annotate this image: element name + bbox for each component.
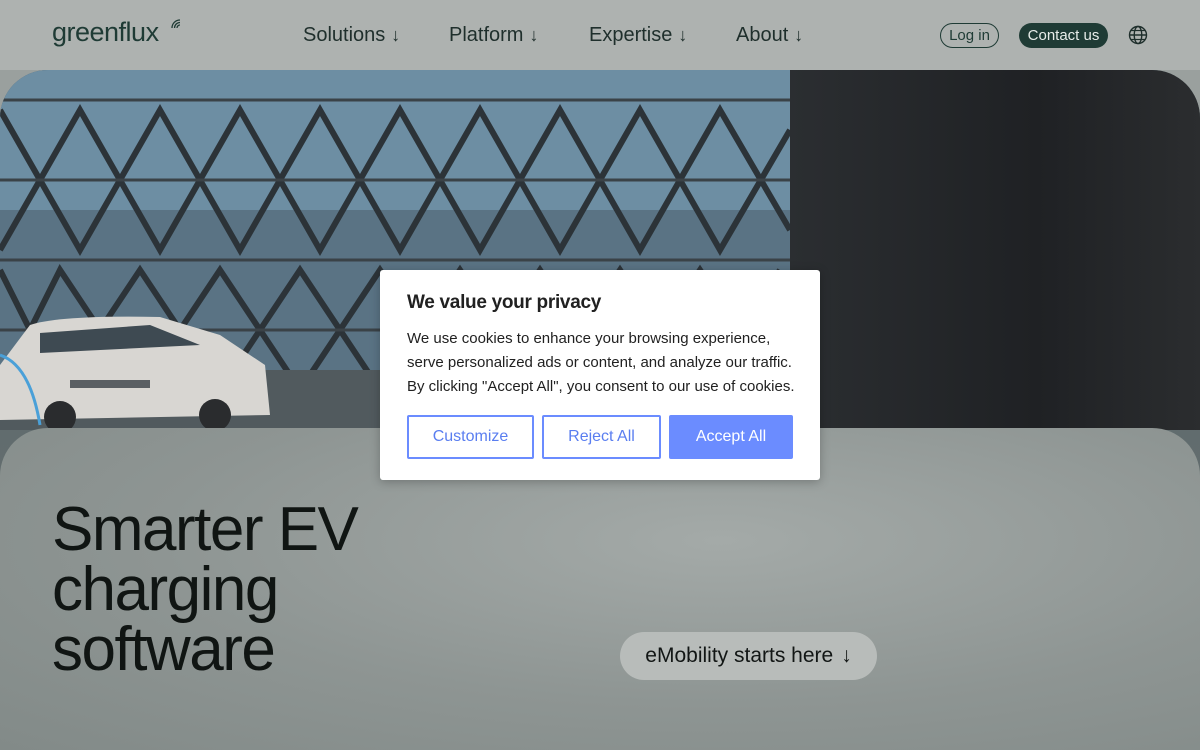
cookie-title: We value your privacy <box>407 292 601 313</box>
emobility-cta-button[interactable]: eMobility starts here ↓ <box>620 632 877 680</box>
cookie-description: We use cookies to enhance your browsing … <box>407 330 795 395</box>
nav-platform[interactable]: Platform ↓ <box>449 24 538 47</box>
site-header: greenflux Solutions ↓ Platform ↓ Experti… <box>0 0 1200 70</box>
arrow-down-icon: ↓ <box>391 25 401 45</box>
nav-about[interactable]: About ↓ <box>736 24 803 47</box>
arrow-down-icon: ↓ <box>678 25 688 45</box>
greenflux-logo[interactable]: greenflux <box>52 17 159 48</box>
arrow-down-icon: ↓ <box>794 25 804 45</box>
customize-button[interactable]: Customize <box>407 415 534 459</box>
nav-expertise-label: Expertise <box>589 24 673 46</box>
dark-structure-image <box>790 70 1200 430</box>
accept-all-button[interactable]: Accept All <box>669 415 793 459</box>
headline-line: charging <box>52 555 279 624</box>
headline-line: software <box>52 615 276 684</box>
emobility-cta-label: eMobility starts here <box>645 644 834 667</box>
contact-us-button[interactable]: Contact us <box>1019 23 1108 48</box>
logo-mark-icon <box>171 19 181 29</box>
nav-solutions-label: Solutions <box>303 24 386 46</box>
nav-expertise[interactable]: Expertise ↓ <box>589 24 687 47</box>
reject-all-button[interactable]: Reject All <box>542 415 661 459</box>
ev-car-image <box>0 316 270 433</box>
arrow-down-icon: ↓ <box>529 25 539 45</box>
login-button[interactable]: Log in <box>940 23 999 48</box>
hero-headline: Smarter EV charging software <box>52 495 452 684</box>
cookie-consent-dialog: We value your privacy We use cookies to … <box>380 270 820 480</box>
nav-about-label: About <box>736 24 789 46</box>
arrow-down-icon: ↓ <box>841 644 852 667</box>
nav-platform-label: Platform <box>449 24 524 46</box>
globe-icon[interactable] <box>1128 25 1148 45</box>
nav-solutions[interactable]: Solutions ↓ <box>303 24 400 47</box>
headline-line: Smarter EV <box>52 495 359 564</box>
